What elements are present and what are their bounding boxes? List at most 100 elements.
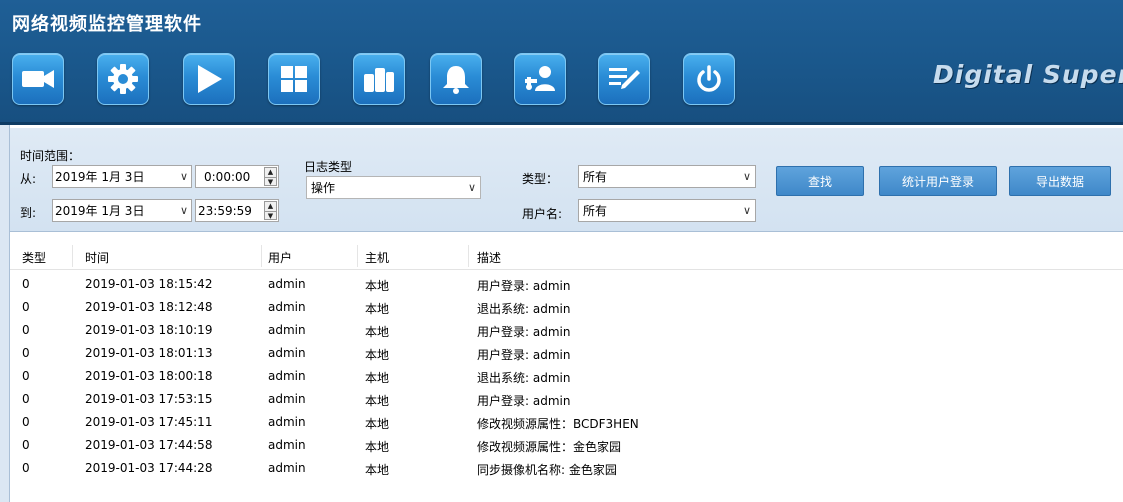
chevron-down-icon: ∨ [742, 204, 751, 217]
play-icon [194, 63, 224, 95]
alarm-button[interactable] [430, 53, 482, 105]
cell-type: 0 [22, 392, 30, 406]
table-row[interactable]: 0 2019-01-03 17:45:11 admin 本地 修改视频源属性：B… [10, 411, 1123, 434]
cell-description: 用户登录: admin [477, 348, 571, 362]
brand-text: Digital Supervi [933, 60, 1123, 89]
from-time-value: 0:00:00 [204, 169, 251, 184]
log-type-value: 操作 [311, 181, 336, 195]
cell-time: 2019-01-03 18:10:19 [85, 323, 213, 337]
table-row[interactable]: 0 2019-01-03 18:01:13 admin 本地 用户登录: adm… [10, 342, 1123, 365]
from-time-spin-buttons[interactable]: ▲ ▼ [264, 167, 277, 186]
cell-description: 退出系统: admin [477, 371, 571, 385]
cell-type: 0 [22, 461, 30, 475]
cell-description: 同步摄像机名称: 金色家园 [477, 463, 617, 477]
from-time-spinner[interactable]: 0:00:00 ▲ ▼ [195, 165, 279, 188]
cell-host: 本地 [365, 302, 390, 316]
cell-host: 本地 [365, 371, 390, 385]
cell-type: 0 [22, 369, 30, 383]
cell-user: admin [268, 277, 306, 291]
table-header: 类型 时间 用户 主机 描述 [10, 243, 1123, 270]
cell-user: admin [268, 300, 306, 314]
table-row[interactable]: 0 2019-01-03 17:44:58 admin 本地 修改视频源属性：金… [10, 434, 1123, 457]
cell-host: 本地 [365, 463, 390, 477]
cell-type: 0 [22, 300, 30, 314]
table-row[interactable]: 0 2019-01-03 18:10:19 admin 本地 用户登录: adm… [10, 319, 1123, 342]
table-row[interactable]: 0 2019-01-03 18:12:48 admin 本地 退出系统: adm… [10, 296, 1123, 319]
search-button[interactable]: 查找 [776, 166, 864, 196]
log-table: 类型 时间 用户 主机 描述 0 2019-01-03 18:15:42 adm… [10, 243, 1123, 502]
table-row[interactable]: 0 2019-01-03 18:15:42 admin 本地 用户登录: adm… [10, 273, 1123, 296]
log-type-select[interactable]: 操作 ∨ [306, 176, 481, 199]
video-camera-icon [20, 67, 56, 91]
cell-time: 2019-01-03 18:15:42 [85, 277, 213, 291]
cell-user: admin [268, 323, 306, 337]
cell-type: 0 [22, 277, 30, 291]
chevron-down-icon[interactable]: ∨ [180, 170, 188, 183]
chevron-down-icon[interactable]: ∨ [180, 204, 188, 217]
video-button[interactable] [12, 53, 64, 105]
time-range-label: 时间范围： [20, 149, 81, 163]
cell-description: 退出系统: admin [477, 302, 571, 316]
to-time-spinner[interactable]: 23:59:59 ▲ ▼ [195, 199, 279, 222]
to-time-value: 23:59:59 [198, 203, 252, 218]
cell-description: 用户登录: admin [477, 325, 571, 339]
cell-user: admin [268, 369, 306, 383]
user-settings-icon [523, 63, 557, 95]
stats-login-button[interactable]: 统计用户登录 [879, 166, 997, 196]
export-button[interactable]: 导出数据 [1009, 166, 1111, 196]
playback-button[interactable] [183, 53, 235, 105]
chevron-down-icon: ∨ [742, 170, 751, 183]
username-select[interactable]: 所有 ∨ [578, 199, 756, 222]
cell-time: 2019-01-03 17:44:58 [85, 438, 213, 452]
header-type[interactable]: 类型 [22, 249, 46, 266]
user-management-button[interactable] [514, 53, 566, 105]
cell-time: 2019-01-03 17:44:28 [85, 461, 213, 475]
cell-type: 0 [22, 438, 30, 452]
cell-host: 本地 [365, 279, 390, 293]
to-time-spin-buttons[interactable]: ▲ ▼ [264, 201, 277, 220]
cell-host: 本地 [365, 394, 390, 408]
chevron-down-icon: ∨ [467, 181, 476, 194]
cell-time: 2019-01-03 17:53:15 [85, 392, 213, 406]
device-button[interactable] [353, 53, 405, 105]
table-row[interactable]: 0 2019-01-03 17:53:15 admin 本地 用户登录: adm… [10, 388, 1123, 411]
table-row[interactable]: 0 2019-01-03 17:44:28 admin 本地 同步摄像机名称: … [10, 457, 1123, 480]
cell-host: 本地 [365, 325, 390, 339]
to-date-value: 2019年 1月 3日 [55, 204, 145, 218]
grid-layout-icon [279, 64, 309, 94]
header-host[interactable]: 主机 [365, 249, 389, 266]
type-select[interactable]: 所有 ∨ [578, 165, 756, 188]
cell-user: admin [268, 392, 306, 406]
cell-type: 0 [22, 346, 30, 360]
cell-time: 2019-01-03 18:01:13 [85, 346, 213, 360]
alarm-bell-icon [440, 63, 472, 95]
cell-type: 0 [22, 323, 30, 337]
cell-host: 本地 [365, 417, 390, 431]
app-title: 网络视频监控管理软件 [12, 14, 202, 35]
cell-user: admin [268, 438, 306, 452]
device-icon [362, 64, 396, 94]
layout-button[interactable] [268, 53, 320, 105]
exit-button[interactable] [683, 53, 735, 105]
username-value: 所有 [583, 204, 608, 218]
username-label: 用户名: [522, 207, 563, 221]
from-label: 从: [20, 172, 37, 186]
settings-button[interactable] [97, 53, 149, 105]
left-sidebar-edge [0, 125, 10, 502]
log-button[interactable] [598, 53, 650, 105]
cell-description: 修改视频源属性：BCDF3HEN [477, 417, 639, 431]
from-date-value: 2019年 1月 3日 [55, 170, 145, 184]
cell-host: 本地 [365, 440, 390, 454]
cell-host: 本地 [365, 348, 390, 362]
from-date-picker[interactable]: 2019年 1月 3日 ∨ [52, 165, 192, 188]
to-label: 到: [20, 206, 37, 220]
log-type-label: 日志类型 [304, 160, 353, 174]
type-value: 所有 [583, 170, 608, 184]
gear-icon [107, 63, 139, 95]
header-user[interactable]: 用户 [268, 249, 292, 266]
table-row[interactable]: 0 2019-01-03 18:00:18 admin 本地 退出系统: adm… [10, 365, 1123, 388]
header-time[interactable]: 时间 [85, 249, 109, 266]
to-date-picker[interactable]: 2019年 1月 3日 ∨ [52, 199, 192, 222]
header-description[interactable]: 描述 [477, 249, 501, 266]
cell-time: 2019-01-03 18:12:48 [85, 300, 213, 314]
